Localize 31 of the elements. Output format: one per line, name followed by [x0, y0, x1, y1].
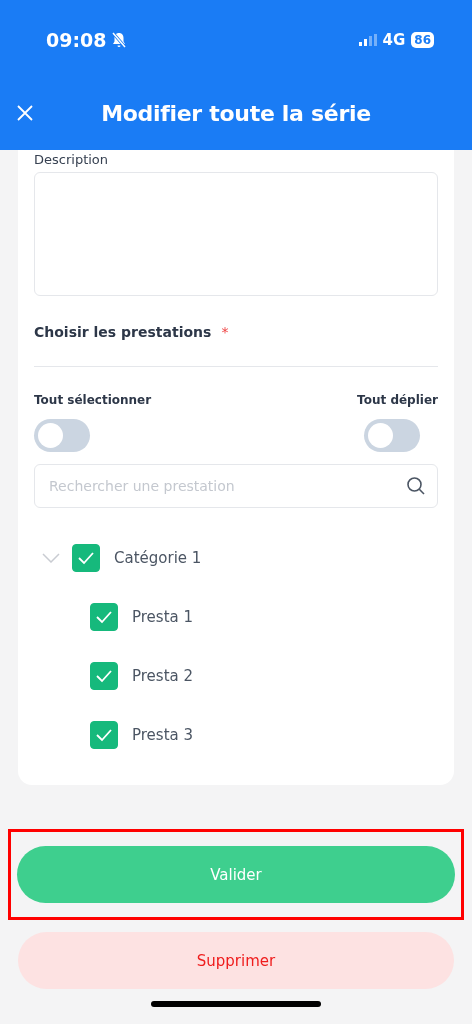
delete-button[interactable]: Supprimer [18, 932, 454, 989]
search-field[interactable]: Rechercher une prestation [34, 464, 438, 508]
network-label: 4G [382, 31, 406, 49]
battery-level: 86 [411, 32, 434, 48]
field-label: Choisir les prestations [34, 324, 212, 340]
service-label: Presta 2 [132, 667, 194, 685]
check-icon [95, 610, 113, 624]
service-label: Presta 1 [132, 608, 194, 626]
screen-title: Modifier toute la série [100, 100, 372, 126]
category-label: Catégorie 1 [114, 549, 202, 567]
toggle-label: Tout déplier [357, 393, 438, 407]
close-icon[interactable] [16, 104, 34, 122]
description-field[interactable] [34, 172, 438, 296]
checkbox[interactable] [72, 544, 100, 572]
check-icon [95, 669, 113, 683]
check-icon [95, 728, 113, 742]
required-mark: * [221, 324, 229, 340]
checkbox[interactable] [90, 662, 118, 690]
toggle-label: Tout sélectionner [34, 393, 152, 407]
service-label: Presta 3 [132, 726, 194, 744]
toggle-switch[interactable] [34, 419, 90, 452]
status-time: 09:08 [46, 29, 107, 51]
signal-icon [358, 34, 377, 46]
field-label: Description [34, 151, 110, 169]
chevron-icon[interactable] [42, 553, 60, 563]
checkbox[interactable] [90, 721, 118, 749]
checkbox[interactable] [90, 603, 118, 631]
submit-button[interactable]: Valider [17, 846, 455, 903]
toggle-switch[interactable] [364, 419, 420, 452]
check-icon [77, 551, 95, 565]
search-icon [406, 476, 426, 496]
